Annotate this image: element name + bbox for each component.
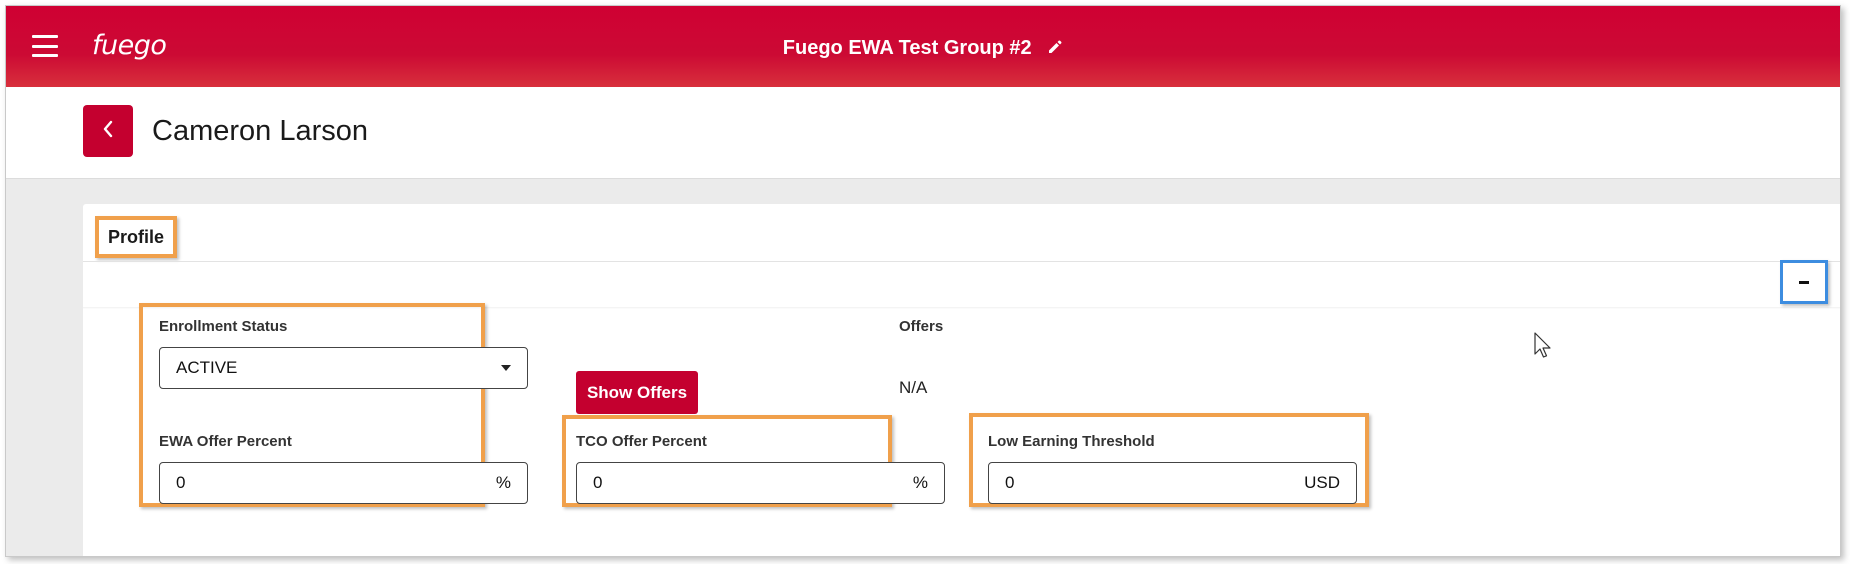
low-earning-threshold-suffix: USD (1304, 473, 1340, 492)
enrollment-status-label: Enrollment Status (159, 318, 288, 335)
group-title-text: Fuego EWA Test Group #2 (782, 37, 1032, 59)
minus-icon (1799, 280, 1809, 284)
app-window: fuego Fuego EWA Test Group #2 Cameron La… (5, 5, 1841, 557)
app-bar: fuego Fuego EWA Test Group #2 (6, 6, 1840, 87)
enrollment-status-value: ACTIVE (176, 358, 238, 377)
collapse-button[interactable] (1780, 260, 1828, 304)
tco-offer-percent-input[interactable]: 0 % (576, 462, 945, 504)
page-header: Cameron Larson (6, 87, 1840, 179)
tco-offer-percent-value: 0 (593, 473, 603, 492)
card-divider (83, 261, 1840, 262)
low-earning-threshold-label: Low Earning Threshold (988, 433, 1155, 450)
ewa-offer-percent-value: 0 (176, 473, 186, 492)
tco-offer-percent-label: TCO Offer Percent (576, 433, 707, 450)
low-earning-threshold-value: 0 (1005, 473, 1015, 492)
offers-label: Offers (899, 318, 944, 335)
low-earning-threshold-input[interactable]: 0 USD (988, 462, 1357, 504)
ewa-offer-percent-input[interactable]: 0 % (159, 462, 528, 504)
ewa-offer-percent-suffix: % (495, 473, 511, 492)
group-title: Fuego EWA Test Group #2 (6, 37, 1840, 61)
back-button[interactable] (83, 105, 133, 157)
pencil-icon[interactable] (1047, 38, 1063, 61)
tco-offer-percent-suffix: % (912, 473, 928, 492)
ewa-offer-percent-label: EWA Offer Percent (159, 433, 292, 450)
caret-down-icon (501, 365, 511, 371)
page-title: Cameron Larson (152, 115, 368, 147)
offers-value: N/A (899, 378, 928, 397)
enrollment-status-select[interactable]: ACTIVE (159, 347, 528, 389)
chevron-left-icon (101, 119, 115, 144)
show-offers-button[interactable]: Show Offers (576, 371, 698, 414)
tab-profile[interactable]: Profile (95, 216, 177, 258)
mouse-cursor-icon (1534, 332, 1554, 365)
